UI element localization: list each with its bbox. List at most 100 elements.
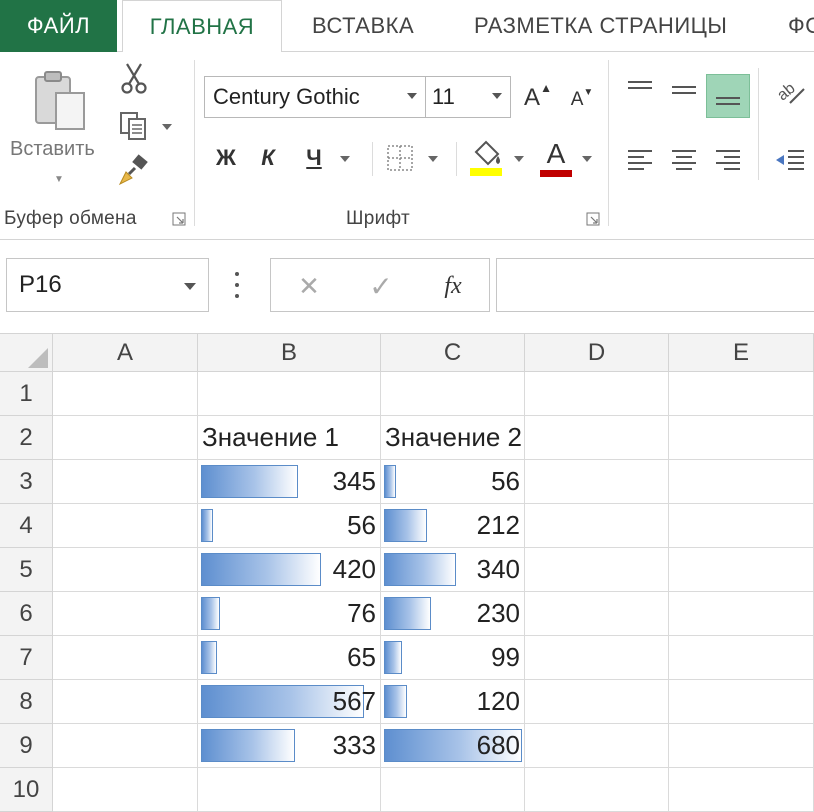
italic-button[interactable]: К: [252, 140, 284, 176]
insert-function-button[interactable]: fx: [431, 269, 475, 303]
cell-e6[interactable]: [669, 592, 814, 636]
column-header-c[interactable]: C: [381, 334, 525, 372]
cell-d10[interactable]: [525, 768, 669, 812]
cell-c7[interactable]: 99: [381, 636, 525, 680]
cell-b10[interactable]: [198, 768, 381, 812]
cell-b4[interactable]: 56: [198, 504, 381, 548]
select-all-corner[interactable]: [0, 334, 53, 372]
underline-dropdown-icon[interactable]: [340, 156, 350, 162]
cell-c6[interactable]: 230: [381, 592, 525, 636]
cell-c10[interactable]: [381, 768, 525, 812]
cell-e5[interactable]: [669, 548, 814, 592]
cell-c9[interactable]: 680: [381, 724, 525, 768]
row-header-8[interactable]: 8: [0, 680, 53, 724]
cell-b1[interactable]: [198, 372, 381, 416]
cell-e1[interactable]: [669, 372, 814, 416]
row-header-6[interactable]: 6: [0, 592, 53, 636]
copy-button[interactable]: [114, 108, 154, 144]
align-bottom-button[interactable]: [706, 74, 750, 118]
paste-button[interactable]: [28, 66, 92, 136]
paste-dropdown-icon[interactable]: ▼: [54, 174, 64, 185]
cell-b8[interactable]: 567: [198, 680, 381, 724]
cell-a7[interactable]: [53, 636, 198, 680]
row-header-4[interactable]: 4: [0, 504, 53, 548]
cell-a3[interactable]: [53, 460, 198, 504]
formula-input[interactable]: [496, 258, 814, 312]
align-top-button[interactable]: [618, 68, 662, 112]
borders-dropdown-icon[interactable]: [428, 156, 438, 162]
cell-a9[interactable]: [53, 724, 198, 768]
clipboard-launcher-icon[interactable]: [172, 212, 186, 226]
row-header-1[interactable]: 1: [0, 372, 53, 416]
cell-e7[interactable]: [669, 636, 814, 680]
font-color-dropdown-icon[interactable]: [582, 156, 592, 162]
cut-button[interactable]: [116, 60, 152, 96]
bold-button[interactable]: Ж: [208, 140, 244, 176]
cell-d1[interactable]: [525, 372, 669, 416]
cell-d6[interactable]: [525, 592, 669, 636]
name-box[interactable]: P16: [6, 258, 209, 312]
row-header-5[interactable]: 5: [0, 548, 53, 592]
row-header-7[interactable]: 7: [0, 636, 53, 680]
cell-e8[interactable]: [669, 680, 814, 724]
row-header-3[interactable]: 3: [0, 460, 53, 504]
cell-d7[interactable]: [525, 636, 669, 680]
tab-insert[interactable]: ВСТАВКА: [312, 0, 414, 52]
row-header-2[interactable]: 2: [0, 416, 53, 460]
cell-d9[interactable]: [525, 724, 669, 768]
cell-d3[interactable]: [525, 460, 669, 504]
tab-formulas[interactable]: ФО: [788, 0, 814, 52]
cell-a5[interactable]: [53, 548, 198, 592]
cell-c3[interactable]: 56: [381, 460, 525, 504]
grow-font-button[interactable]: A ▲: [520, 80, 556, 116]
cell-a2[interactable]: [53, 416, 198, 460]
font-color-button[interactable]: A: [536, 136, 576, 180]
cell-b9[interactable]: 333: [198, 724, 381, 768]
cell-b6[interactable]: 76: [198, 592, 381, 636]
cell-c8[interactable]: 120: [381, 680, 525, 724]
tab-file[interactable]: ФАЙЛ: [0, 0, 117, 52]
column-header-e[interactable]: E: [669, 334, 814, 372]
row-header-9[interactable]: 9: [0, 724, 53, 768]
align-middle-button[interactable]: [662, 68, 706, 112]
cell-d4[interactable]: [525, 504, 669, 548]
cell-c5[interactable]: 340: [381, 548, 525, 592]
cell-d2[interactable]: [525, 416, 669, 460]
cell-a1[interactable]: [53, 372, 198, 416]
cell-e10[interactable]: [669, 768, 814, 812]
cell-b2[interactable]: Значение 1: [198, 416, 381, 460]
cell-d8[interactable]: [525, 680, 669, 724]
underline-button[interactable]: Ч: [296, 140, 332, 176]
tab-home[interactable]: ГЛАВНАЯ: [122, 0, 282, 53]
cell-e4[interactable]: [669, 504, 814, 548]
fill-color-button[interactable]: [466, 136, 506, 180]
tab-page-layout[interactable]: РАЗМЕТКА СТРАНИЦЫ: [474, 0, 727, 52]
cell-a4[interactable]: [53, 504, 198, 548]
formula-bar-splitter[interactable]: [234, 272, 240, 298]
format-painter-button[interactable]: [116, 152, 152, 188]
row-header-10[interactable]: 10: [0, 768, 53, 812]
cell-d5[interactable]: [525, 548, 669, 592]
cell-a8[interactable]: [53, 680, 198, 724]
fill-color-dropdown-icon[interactable]: [514, 156, 524, 162]
font-size-select[interactable]: 11: [425, 76, 511, 118]
cell-c4[interactable]: 212: [381, 504, 525, 548]
align-right-button[interactable]: [706, 138, 750, 182]
confirm-entry-button[interactable]: ✓: [361, 269, 401, 303]
cell-b5[interactable]: 420: [198, 548, 381, 592]
cell-e9[interactable]: [669, 724, 814, 768]
font-name-select[interactable]: Century Gothic: [204, 76, 426, 118]
shrink-font-button[interactable]: A ▼: [564, 82, 600, 118]
cell-c2[interactable]: Значение 2: [381, 416, 525, 460]
cell-a10[interactable]: [53, 768, 198, 812]
cell-e3[interactable]: [669, 460, 814, 504]
cell-b7[interactable]: 65: [198, 636, 381, 680]
column-header-d[interactable]: D: [525, 334, 669, 372]
cell-c1[interactable]: [381, 372, 525, 416]
orientation-button[interactable]: ab: [768, 70, 812, 114]
cancel-entry-button[interactable]: ✕: [289, 269, 329, 303]
borders-button[interactable]: [382, 140, 418, 176]
font-launcher-icon[interactable]: [586, 212, 600, 226]
column-header-b[interactable]: B: [198, 334, 381, 372]
column-header-a[interactable]: A: [53, 334, 198, 372]
